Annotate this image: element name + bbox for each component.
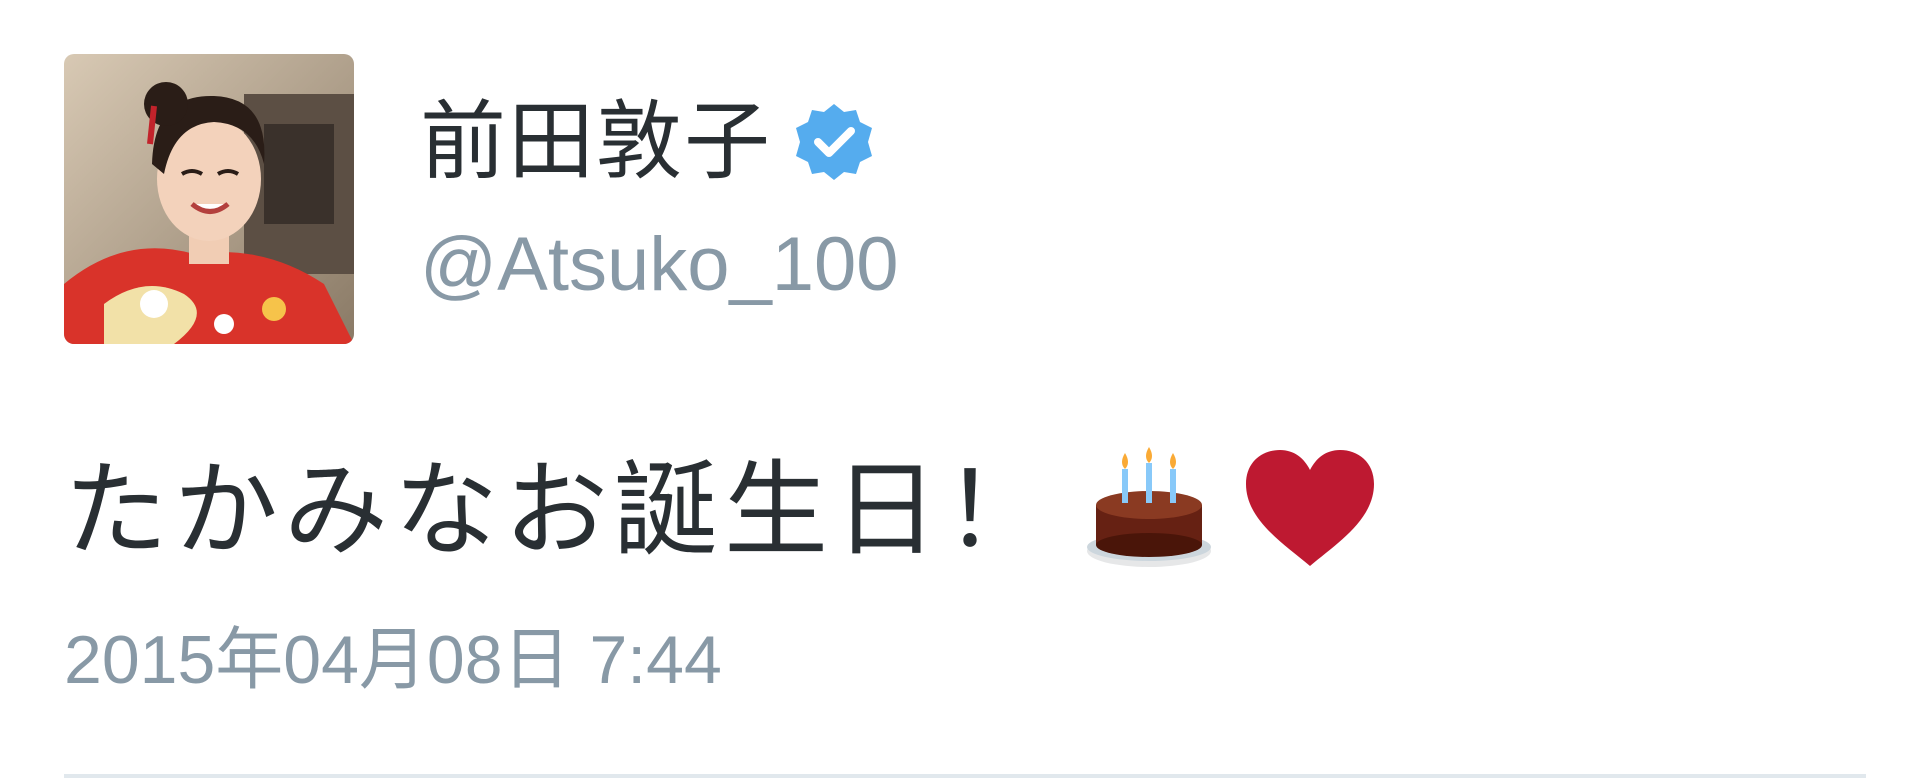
tweet-timestamp[interactable]: 2015年04月08日 7:44	[64, 618, 722, 702]
tweet-card: 前田敦子 @Atsuko_100 たかみなお誕生日！ 2015年04月08日 7…	[0, 0, 1920, 778]
birthday-cake-icon	[1084, 443, 1214, 577]
display-name[interactable]: 前田敦子	[420, 92, 772, 192]
tweet-text-body: たかみなお誕生日！	[64, 449, 1055, 571]
profile-photo-icon	[64, 54, 354, 344]
divider	[64, 774, 1866, 778]
avatar[interactable]	[64, 54, 354, 344]
red-heart-icon	[1244, 448, 1376, 572]
tweet-text: たかみなお誕生日！	[64, 440, 1376, 580]
user-handle[interactable]: @Atsuko_100	[420, 220, 899, 310]
verified-badge-icon	[792, 100, 876, 184]
display-name-row: 前田敦子	[420, 92, 876, 192]
